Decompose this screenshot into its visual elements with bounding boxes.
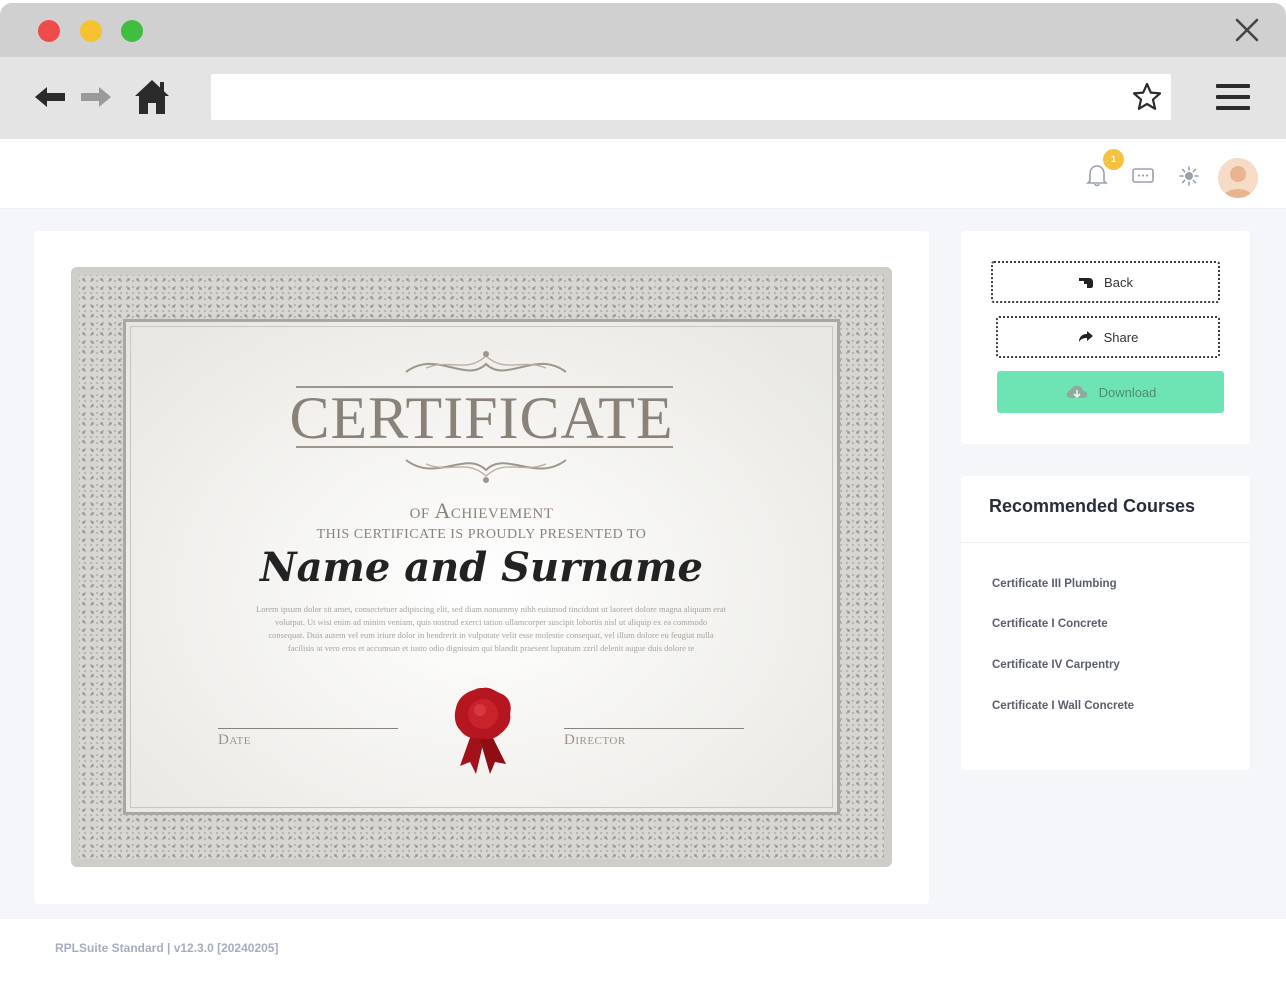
director-label: Director: [564, 732, 626, 748]
back-button-label: Back: [1104, 274, 1133, 290]
recipient-name: Name and Surname: [260, 544, 703, 591]
course-link[interactable]: Certificate IV Carpentry: [992, 659, 1120, 671]
back-hand-icon: [1079, 278, 1094, 288]
avatar[interactable]: [1218, 158, 1258, 198]
back-button[interactable]: Back: [991, 261, 1220, 303]
title-bar: [0, 3, 1286, 57]
course-link[interactable]: Certificate I Wall Concrete: [992, 700, 1134, 712]
download-button-label: Download: [1098, 384, 1157, 400]
director-signature-line: [564, 728, 744, 729]
bottom-flourish-ornament: [405, 459, 567, 483]
address-bar[interactable]: [211, 74, 1171, 120]
notification-badge: 1: [1103, 149, 1124, 170]
maximize-window-button[interactable]: [121, 20, 143, 42]
certificate-preview: CERTIFICATE of Achievement THIS CERTIFIC…: [71, 267, 892, 867]
hamburger-menu-icon[interactable]: [1216, 83, 1250, 111]
download-button[interactable]: Download: [997, 371, 1224, 413]
bookmark-star-icon[interactable]: [1131, 81, 1163, 113]
certificate-body: CERTIFICATE of Achievement THIS CERTIFIC…: [123, 319, 840, 815]
course-link[interactable]: Certificate III Plumbing: [992, 578, 1117, 590]
share-button[interactable]: Share: [996, 316, 1220, 358]
recommended-courses-title: Recommended Courses: [989, 496, 1196, 516]
minimize-window-button[interactable]: [80, 20, 102, 42]
certificate-actions-card: Back Share Download: [961, 231, 1250, 444]
close-icon[interactable]: [1232, 15, 1262, 45]
home-icon[interactable]: [133, 77, 171, 117]
certificate-title: CERTIFICATE: [289, 385, 674, 451]
date-label: Date: [218, 732, 251, 748]
back-arrow-icon[interactable]: [31, 79, 67, 115]
chat-icon[interactable]: [1131, 166, 1155, 186]
course-link[interactable]: Certificate I Concrete: [992, 618, 1108, 630]
recommended-courses-card: Recommended Courses Certificate III Plum…: [961, 476, 1250, 770]
share-button-label: Share: [1103, 329, 1139, 345]
app-header: 1: [0, 139, 1286, 209]
browser-toolbar: [0, 57, 1286, 139]
footer: RPLSuite Standard | v12.3.0 [20240205]: [0, 919, 1286, 979]
wax-seal-icon: [454, 687, 511, 774]
sun-icon[interactable]: [1179, 166, 1199, 186]
close-window-button[interactable]: [38, 20, 60, 42]
certificate-subtitle: of Achievement: [409, 498, 554, 523]
date-signature-line: [218, 728, 398, 729]
forward-arrow-icon[interactable]: [79, 79, 115, 115]
divider: [961, 542, 1250, 543]
certificate-presented-text: THIS CERTIFICATE IS PROUDLY PRESENTED TO: [316, 527, 647, 542]
cloud-download-icon: [1066, 385, 1087, 399]
certificate-body-text: Lorem ipsum dolor sit amet, consectetuer…: [256, 604, 726, 653]
main-content: CERTIFICATE of Achievement THIS CERTIFIC…: [0, 209, 1286, 919]
user-avatar-icon: [1218, 158, 1258, 198]
certificate-card: CERTIFICATE of Achievement THIS CERTIFIC…: [34, 231, 929, 904]
browser-window: 1 CERTIFICATE of Achievement THIS CERTIF…: [0, 3, 1286, 979]
bell-icon[interactable]: [1086, 163, 1108, 187]
version-text: RPLSuite Standard | v12.3.0 [20240205]: [55, 941, 279, 955]
title-rule-bottom: [296, 446, 673, 448]
top-flourish-ornament: [405, 351, 567, 373]
share-arrow-icon: [1078, 331, 1093, 342]
